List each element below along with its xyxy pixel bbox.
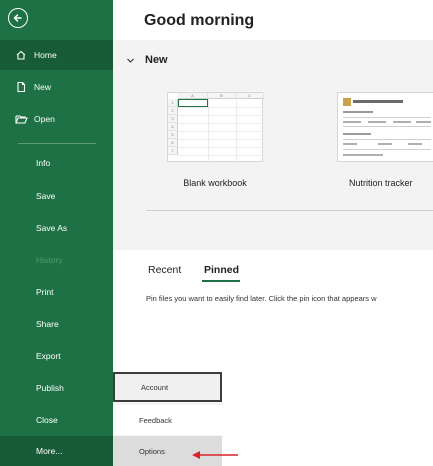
- sidebar-item-label: New: [34, 82, 52, 92]
- grid-line: [178, 155, 264, 156]
- row-header: 1: [168, 99, 178, 107]
- row-header: 5: [168, 131, 178, 139]
- column-header: B: [208, 93, 236, 99]
- sidebar-item-save-as[interactable]: Save As: [0, 213, 113, 243]
- page-title: Good morning: [144, 12, 255, 29]
- menu-item-label: Account: [141, 382, 169, 392]
- menu-item-feedback[interactable]: Feedback: [113, 405, 222, 435]
- back-button[interactable]: [8, 8, 28, 28]
- grid-line: [178, 115, 264, 116]
- template-nutrition-tracker[interactable]: Nutrition tracker: [337, 92, 433, 190]
- sidebar-item-info[interactable]: Info: [0, 148, 113, 178]
- sidebar-item-label: Info: [36, 158, 51, 168]
- chevron-down-icon: [126, 56, 135, 65]
- sidebar-item-new[interactable]: New: [0, 72, 113, 102]
- sidebar-item-label: Close: [36, 415, 58, 425]
- sidebar-item-more[interactable]: More...: [0, 436, 113, 466]
- sidebar-item-print[interactable]: Print: [0, 277, 113, 307]
- sidebar-divider: [18, 143, 96, 144]
- sidebar-item-label: History: [36, 255, 63, 265]
- sidebar-item-open[interactable]: Open: [0, 104, 113, 134]
- grid-line: [236, 99, 237, 163]
- grid-line: [208, 99, 209, 163]
- sidebar-item-label: Share: [36, 319, 59, 329]
- sidebar-item-label: Publish: [36, 383, 64, 393]
- sidebar-item-label: More...: [36, 446, 63, 456]
- home-icon: [14, 48, 28, 62]
- new-file-icon: [14, 80, 28, 94]
- sidebar-item-label: Save As: [36, 223, 68, 233]
- template-blank-workbook[interactable]: A B C 1 2 3 4 5 6 7 Blank workbook: [167, 92, 264, 190]
- sidebar-item-history: History: [0, 245, 113, 275]
- template-label: Blank workbook: [183, 178, 247, 188]
- section-divider: [146, 210, 433, 211]
- sidebar-item-label: Print: [36, 287, 54, 297]
- sidebar-item-label: Open: [34, 114, 55, 124]
- tab-pinned[interactable]: Pinned: [204, 264, 239, 276]
- grid-line: [178, 131, 264, 132]
- grid-line: [178, 107, 264, 108]
- grid-line: [178, 123, 264, 124]
- sidebar-item-publish[interactable]: Publish: [0, 373, 113, 403]
- sidebar-item-label: Export: [36, 351, 61, 361]
- new-section-toggle[interactable]: New: [126, 54, 168, 66]
- row-header: 3: [168, 115, 178, 123]
- sidebar-item-share[interactable]: Share: [0, 309, 113, 339]
- sidebar-item-export[interactable]: Export: [0, 341, 113, 371]
- sidebar-item-close[interactable]: Close: [0, 405, 113, 435]
- template-thumbnail: [337, 92, 433, 162]
- sidebar-item-home[interactable]: Home: [0, 40, 113, 70]
- grid-line: [178, 147, 264, 148]
- annotation-arrow-icon: [192, 451, 238, 459]
- row-header: 2: [168, 107, 178, 115]
- sidebar-item-save[interactable]: Save: [0, 181, 113, 211]
- new-section-title: New: [145, 54, 168, 66]
- nutrition-tracker-preview: [343, 98, 431, 156]
- sidebar-item-label: Save: [36, 191, 56, 201]
- grid-line: [178, 139, 264, 140]
- menu-item-account[interactable]: Account: [113, 372, 222, 402]
- back-arrow-icon: [13, 14, 22, 22]
- row-header: 7: [168, 147, 178, 155]
- menu-item-label: Options: [139, 446, 165, 456]
- sidebar-item-label: Home: [34, 50, 57, 60]
- folder-open-icon: [14, 112, 28, 126]
- pinned-empty-message: Pin files you want to easily find later.…: [146, 294, 377, 303]
- blank-grid-preview: A B C 1 2 3 4 5 6 7: [168, 93, 264, 163]
- active-tab-indicator: [202, 280, 240, 282]
- selected-cell: [178, 99, 208, 107]
- tab-recent[interactable]: Recent: [148, 264, 181, 276]
- template-label: Nutrition tracker: [349, 178, 413, 188]
- template-thumbnail: A B C 1 2 3 4 5 6 7: [167, 92, 264, 163]
- backstage-sidebar: Home New Open Info Save Save As History …: [0, 0, 113, 466]
- menu-item-label: Feedback: [139, 415, 172, 425]
- row-header: 6: [168, 139, 178, 147]
- column-header: C: [236, 93, 264, 99]
- row-header: 4: [168, 123, 178, 131]
